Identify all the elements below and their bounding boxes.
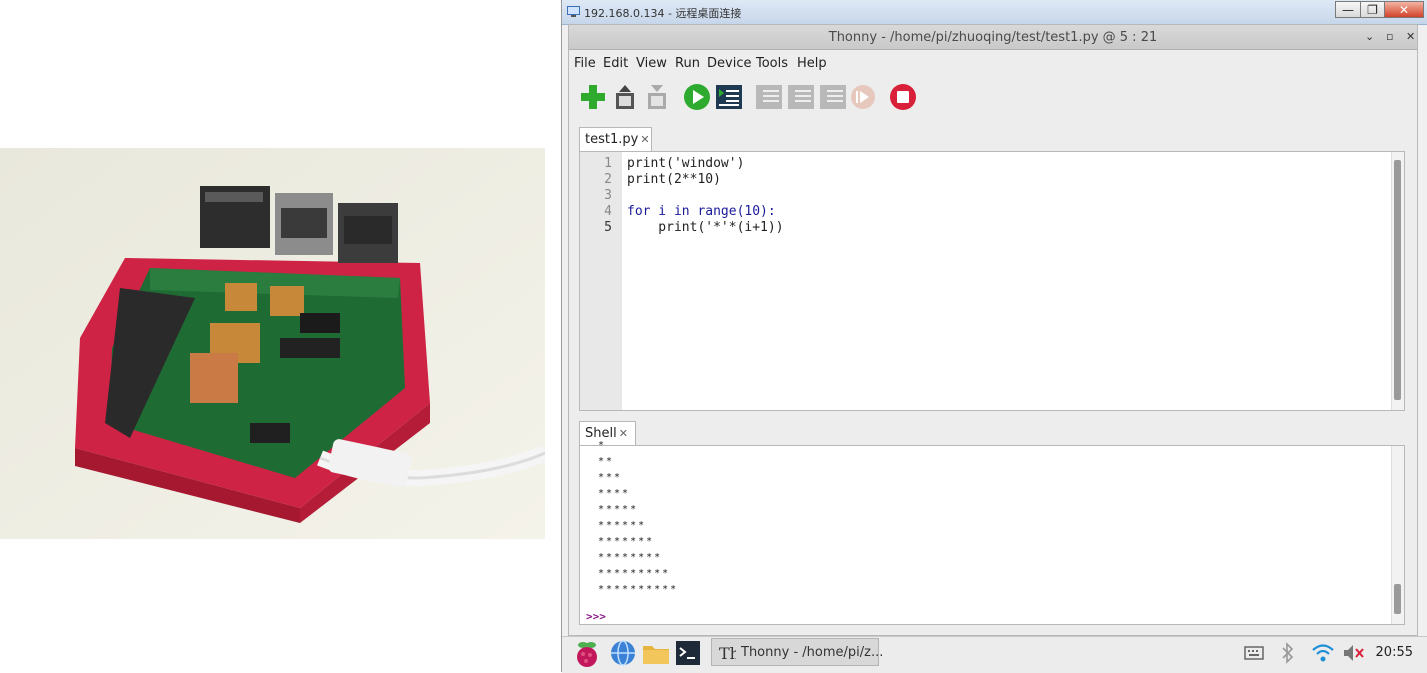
line-number-gutter: 1 2 3 4 5 <box>580 152 622 410</box>
web-browser-icon[interactable] <box>610 640 636 666</box>
thonny-maximize-icon[interactable]: ▫ <box>1386 30 1393 43</box>
bluetooth-icon[interactable] <box>1280 642 1296 664</box>
taskbar: Th Thonny - /home/pi/z... 20:55 <box>562 636 1427 673</box>
debug-icon[interactable] <box>715 83 743 111</box>
remote-desktop-icon <box>567 6 580 17</box>
line-number: 5 <box>604 220 612 235</box>
terminal-icon[interactable] <box>675 640 701 666</box>
svg-text:Th: Th <box>719 644 736 662</box>
menu-bar: File Edit View Run Device Tools Help <box>569 53 1417 75</box>
tab-close-icon[interactable]: ✕ <box>640 133 649 146</box>
toolbar <box>569 79 1417 115</box>
keyboard-icon[interactable] <box>1244 643 1264 661</box>
editor-scrollbar-thumb[interactable] <box>1394 160 1401 400</box>
menu-file[interactable]: File <box>574 56 596 71</box>
line-number: 3 <box>604 188 612 203</box>
line-number: 2 <box>604 172 612 187</box>
thonny-minimize-icon[interactable]: ⌄ <box>1365 30 1374 43</box>
open-file-icon[interactable] <box>611 83 639 111</box>
menu-edit[interactable]: Edit <box>603 56 628 71</box>
remote-desktop-title: 192.168.0.134 - 远程桌面连接 <box>584 7 742 20</box>
menu-device[interactable]: Device <box>707 56 751 71</box>
thonny-window: Thonny - /home/pi/zhuoqing/test/test1.py… <box>568 24 1418 636</box>
step-into-icon[interactable] <box>787 83 815 111</box>
tab-shell[interactable]: Shell ✕ <box>579 421 636 445</box>
code-line: for i in range(10): <box>627 204 776 219</box>
raspberry-menu-icon[interactable] <box>574 640 600 668</box>
step-over-icon[interactable] <box>755 83 783 111</box>
shell-panel[interactable]: * ** *** **** ***** ****** ******* *****… <box>579 440 1405 625</box>
thonny-close-icon[interactable]: ✕ <box>1406 30 1415 43</box>
menu-run[interactable]: Run <box>675 56 700 71</box>
shell-scrollbar-thumb[interactable] <box>1394 584 1401 614</box>
menu-view[interactable]: View <box>636 56 667 71</box>
shell-output-line: **** <box>598 488 631 499</box>
line-number: 1 <box>604 156 612 171</box>
shell-output-line: *** <box>598 472 623 483</box>
shell-output-line: * <box>598 440 607 451</box>
shell-output-line: ***** <box>598 504 639 515</box>
resume-icon[interactable] <box>849 83 877 111</box>
shell-scrollbar[interactable] <box>1391 446 1404 624</box>
restore-button[interactable]: ❐ <box>1360 1 1385 18</box>
shell-output-line: ********* <box>598 568 671 579</box>
remote-desktop-titlebar: 192.168.0.134 - 远程桌面连接 — ❐ ✕ <box>562 0 1427 25</box>
shell-output-line: ** <box>598 456 615 467</box>
shell-output-line: ****** <box>598 520 647 531</box>
taskbar-thonny-label: Thonny - /home/pi/z... <box>741 645 884 660</box>
line-number: 4 <box>604 204 612 219</box>
step-out-icon[interactable] <box>819 83 847 111</box>
taskbar-thonny-button[interactable]: Th Thonny - /home/pi/z... <box>711 638 883 666</box>
thonny-titlebar: Thonny - /home/pi/zhuoqing/test/test1.py… <box>569 25 1417 50</box>
thonny-app-icon: Th <box>719 644 736 662</box>
file-manager-icon[interactable] <box>642 640 670 666</box>
volume-muted-icon[interactable] <box>1342 643 1366 663</box>
tab-close-icon[interactable]: ✕ <box>619 427 628 440</box>
shell-output-line: ******* <box>598 536 655 547</box>
close-button[interactable]: ✕ <box>1384 1 1424 18</box>
tab-test1-py[interactable]: test1.py ✕ <box>579 127 652 151</box>
shell-output-line: ********** <box>598 584 679 595</box>
menu-tools[interactable]: Tools <box>756 56 788 71</box>
save-file-icon[interactable] <box>643 83 671 111</box>
editor-scrollbar[interactable] <box>1391 152 1404 410</box>
code-line: print('*'*(i+1)) <box>627 220 784 235</box>
menu-help[interactable]: Help <box>797 56 827 71</box>
remote-desktop-window: 192.168.0.134 - 远程桌面连接 — ❐ ✕ Thonny - /h… <box>561 0 1427 673</box>
wifi-icon[interactable] <box>1311 642 1335 664</box>
tab-label: Shell <box>585 426 617 441</box>
new-file-icon[interactable] <box>579 83 607 111</box>
code-line: print('window') <box>627 156 745 171</box>
shell-output-line: ******** <box>598 552 663 563</box>
stop-icon[interactable] <box>889 83 917 111</box>
clock: 20:55 <box>1375 645 1413 660</box>
code-editor[interactable]: 1 2 3 4 5 print('window') print(2**10) f… <box>579 151 1405 411</box>
code-line: print(2**10) <box>627 172 721 187</box>
minimize-button[interactable]: — <box>1335 1 1361 18</box>
raspberry-pi-photo <box>0 148 545 539</box>
thonny-title: Thonny - /home/pi/zhuoqing/test/test1.py… <box>828 30 1158 45</box>
shell-prompt[interactable]: >>> <box>586 610 606 623</box>
run-icon[interactable] <box>683 83 711 111</box>
tab-label: test1.py <box>585 132 639 147</box>
